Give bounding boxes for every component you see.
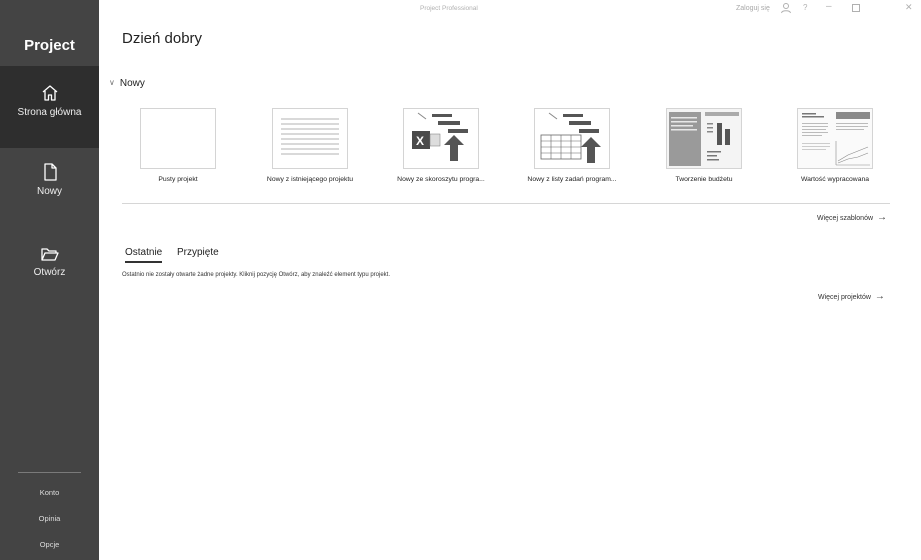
template-thumbnail [797,108,873,169]
arrow-right-icon: → [877,212,888,223]
app-name: Project [24,37,75,54]
minimize-icon[interactable]: – [826,1,832,12]
earned-value-report-preview [798,109,872,168]
coauthor-icon[interactable] [780,2,792,17]
template-thumbnail [666,108,742,169]
person-icon [781,3,791,14]
nav-options[interactable]: Opcje [0,540,99,549]
home-icon [42,85,57,101]
budget-report-preview [667,109,741,168]
tab-pinned[interactable]: Przypięte [177,247,219,258]
nav-feedback[interactable]: Opinia [0,514,99,523]
tab-recent[interactable]: Ostatnie [125,247,163,263]
close-icon[interactable]: ✕ [905,2,913,13]
arrow-right-icon: → [874,291,885,302]
help-icon[interactable]: ? [803,3,807,12]
more-projects-link[interactable]: Więcej projektów → [818,291,885,302]
template-label: Nowy z istniejącego projektu [266,176,354,183]
section-divider [122,203,890,204]
more-projects-label: Więcej projektów [818,294,871,301]
lines-document-icon [281,118,339,155]
template-label: Pusty projekt [158,176,198,183]
empty-recent-message: Ostatnio nie zostały otwarte żadne proje… [122,272,391,278]
template-label: Nowy z listy zadań program... [527,176,617,183]
template-thumbnail [140,108,216,169]
nav-account[interactable]: Konto [0,488,99,497]
more-templates-link[interactable]: Więcej szablonów → [817,212,887,223]
nav-new-label: Nowy [36,186,62,197]
new-document-icon [43,163,57,181]
new-section-toggle[interactable]: ∨ Nowy [109,78,145,89]
nav-open-label: Otwórz [33,267,66,278]
template-label: Nowy ze skoroszytu progra... [397,176,485,183]
template-thumbnail [272,108,348,169]
template-label: Tworzenie budżetu [675,176,733,183]
nav-home-label: Strona główna [17,107,82,118]
chevron-down-icon: ∨ [109,78,115,87]
sign-in-link[interactable]: Zaloguj się [736,5,770,12]
sidebar-divider [18,472,81,473]
nav-open[interactable]: Otwórz [0,245,99,305]
maximize-icon[interactable] [852,4,860,15]
nav-new[interactable]: Nowy [0,162,99,224]
window-title: Project Professional [420,5,478,12]
template-label: Wartość wypracowana [800,176,870,183]
backstage-sidebar: Project Strona główna Nowy Otwórz Konto … [0,0,99,560]
more-templates-label: Więcej szablonów [817,215,874,222]
greeting-heading: Dzień dobry [122,30,203,47]
excel-import-icon: X [412,112,468,161]
new-section-label: Nowy [119,78,145,89]
nav-home[interactable]: Strona główna [0,66,99,148]
template-thumbnail [534,108,610,169]
svg-text:X: X [416,134,424,148]
folder-open-icon [40,248,59,261]
template-thumbnail: X [403,108,479,169]
task-list-import-icon [540,112,601,163]
